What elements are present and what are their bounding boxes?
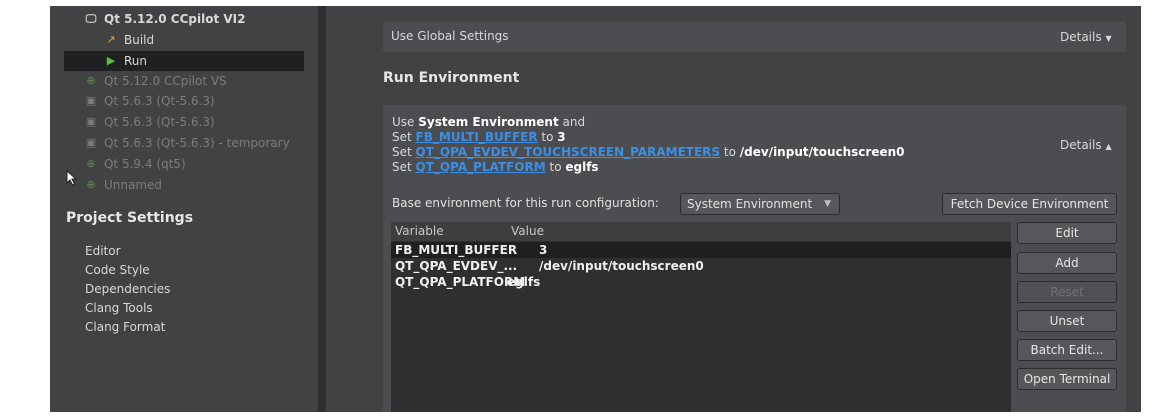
tree-label: Qt 5.12.0 CCpilot VS: [104, 74, 227, 88]
tree-kit-ccpilot-vi2[interactable]: 🖵 Qt 5.12.0 CCpilot VI2: [84, 9, 246, 29]
reset-button[interactable]: Reset: [1017, 281, 1117, 303]
env-var-link[interactable]: FB_MULTI_BUFFER: [416, 130, 538, 144]
tree-kit-qt563-b[interactable]: ▣ Qt 5.6.3 (Qt-5.6.3): [84, 112, 215, 132]
global-settings-label: Use Global Settings: [391, 29, 509, 43]
settings-item-clang-format[interactable]: Clang Format: [85, 320, 165, 334]
cell-variable: FB_MULTI_BUFFER: [395, 243, 518, 257]
batch-edit-button[interactable]: Batch Edit...: [1017, 339, 1117, 361]
tree-kit-qt563-temporary[interactable]: ▣ Qt 5.6.3 (Qt-5.6.3) - temporary: [84, 133, 290, 153]
settings-item-clang-tools[interactable]: Clang Tools: [85, 301, 153, 315]
table-row[interactable]: FB_MULTI_BUFFER 3: [391, 242, 1011, 258]
details-label: Details: [1060, 30, 1102, 44]
env-var-link[interactable]: QT_QPA_EVDEV_TOUCHSCREEN_PARAMETERS: [416, 145, 721, 159]
tree-kit-qt594[interactable]: ⊕ Qt 5.9.4 (qt5): [84, 154, 186, 174]
details-label: Details: [1060, 138, 1102, 152]
tree-label: Unnamed: [104, 178, 163, 192]
table-row[interactable]: QT_QPA_PLATFORM eglfs: [391, 274, 1011, 290]
run-environment-title: Run Environment: [383, 70, 520, 86]
env-summary-line-1: Use System Environment and: [392, 115, 586, 129]
kit-add-icon: ⊕: [86, 74, 96, 87]
tree-label: Qt 5.6.3 (Qt-5.6.3): [104, 115, 215, 129]
tree-item-run[interactable]: ▶ Run: [104, 51, 147, 71]
unset-button[interactable]: Unset: [1017, 310, 1117, 332]
column-header-variable[interactable]: Variable: [395, 224, 444, 238]
open-terminal-button[interactable]: Open Terminal: [1017, 368, 1117, 390]
fetch-device-environment-button[interactable]: Fetch Device Environment: [942, 193, 1117, 215]
cell-value: /dev/input/touchscreen0: [539, 259, 704, 273]
monitor-icon: 🖵: [85, 12, 97, 25]
tree-kit-qt563-a[interactable]: ▣ Qt 5.6.3 (Qt-5.6.3): [84, 91, 215, 111]
tree-label: Qt 5.12.0 CCpilot VI2: [104, 12, 246, 26]
kit-icon: ▣: [85, 94, 97, 107]
env-summary-line-3: Set QT_QPA_EVDEV_TOUCHSCREEN_PARAMETERS …: [392, 145, 905, 159]
table-row[interactable]: QT_QPA_EVDEV_... /dev/input/touchscreen0: [391, 258, 1011, 274]
cell-variable: QT_QPA_EVDEV_...: [395, 259, 518, 273]
base-environment-select[interactable]: System Environment ▼: [680, 193, 840, 215]
chevron-up-icon: ▲: [1105, 142, 1112, 151]
env-var-link[interactable]: QT_QPA_PLATFORM: [416, 160, 546, 174]
add-button[interactable]: Add: [1017, 252, 1117, 274]
edit-button[interactable]: Edit: [1017, 222, 1117, 244]
tree-kit-ccpilot-vs[interactable]: ⊕ Qt 5.12.0 CCpilot VS: [84, 71, 227, 91]
tree-label: Qt 5.6.3 (Qt-5.6.3): [104, 94, 215, 108]
cell-value: eglfs: [507, 275, 541, 289]
kit-add-icon: ⊕: [86, 178, 96, 191]
tree-kit-unnamed[interactable]: ⊕ Unnamed: [84, 175, 162, 195]
project-settings-title: Project Settings: [66, 210, 194, 226]
play-icon: ▶: [106, 54, 116, 67]
env-summary: Use System Environment and Set FB_MULTI_…: [392, 115, 905, 175]
details-expanded-toggle[interactable]: Details ▲: [1060, 138, 1112, 152]
kit-icon: ▣: [85, 115, 97, 128]
settings-item-editor[interactable]: Editor: [85, 244, 121, 258]
cell-value: 3: [539, 243, 548, 257]
column-header-value[interactable]: Value: [511, 224, 544, 238]
hammer-icon: ↗: [106, 33, 116, 46]
tree-label: Build: [124, 33, 155, 47]
details-collapsed-toggle[interactable]: Details ▼: [1060, 30, 1112, 44]
table-header: Variable Value: [391, 222, 1011, 241]
project-sidebar: 🖵 Qt 5.12.0 CCpilot VI2 ↗ Build ▶ Run ⊕ …: [50, 6, 318, 412]
environment-table[interactable]: Variable Value FB_MULTI_BUFFER 3 QT_QPA_…: [391, 222, 1011, 412]
tree-label: Qt 5.6.3 (Qt-5.6.3) - temporary: [104, 136, 290, 150]
settings-item-code-style[interactable]: Code Style: [85, 263, 150, 277]
window: 🖵 Qt 5.12.0 CCpilot VI2 ↗ Build ▶ Run ⊕ …: [0, 0, 1173, 417]
base-environment-label: Base environment for this run configurat…: [392, 196, 659, 210]
tree-label: Qt 5.9.4 (qt5): [104, 157, 186, 171]
kit-icon: ▣: [85, 136, 97, 149]
settings-item-dependencies[interactable]: Dependencies: [85, 282, 170, 296]
env-summary-line-4: Set QT_QPA_PLATFORM to eglfs: [392, 160, 599, 174]
chevron-down-icon: ▼: [1105, 34, 1112, 43]
env-summary-line-2: Set FB_MULTI_BUFFER to 3: [392, 130, 566, 144]
kit-add-icon: ⊕: [86, 157, 96, 170]
cell-variable: QT_QPA_PLATFORM: [395, 275, 526, 289]
selected-row-highlight: [64, 51, 304, 71]
splitter[interactable]: [318, 6, 326, 412]
tree-label: Run: [124, 54, 148, 68]
chevron-down-icon: ▼: [824, 199, 831, 209]
mouse-cursor-icon: [66, 170, 78, 186]
tree-item-build[interactable]: ↗ Build: [104, 30, 154, 50]
